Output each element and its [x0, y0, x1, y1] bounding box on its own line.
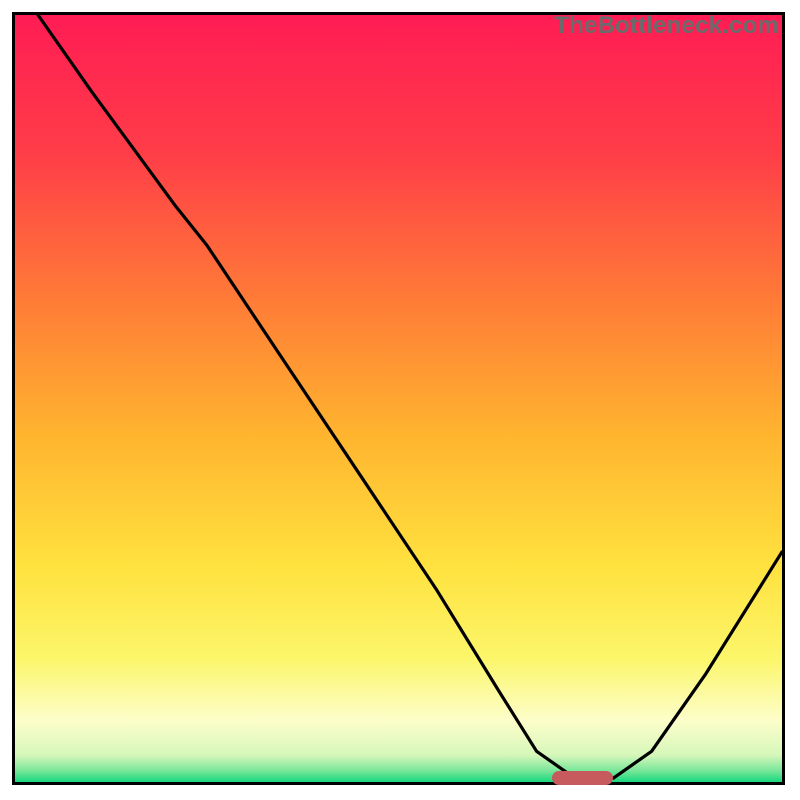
bottleneck-curve [15, 15, 782, 782]
optimal-marker [552, 771, 613, 785]
chart-frame: TheBottleneck.com [12, 12, 785, 785]
watermark-text: TheBottleneck.com [554, 12, 779, 40]
